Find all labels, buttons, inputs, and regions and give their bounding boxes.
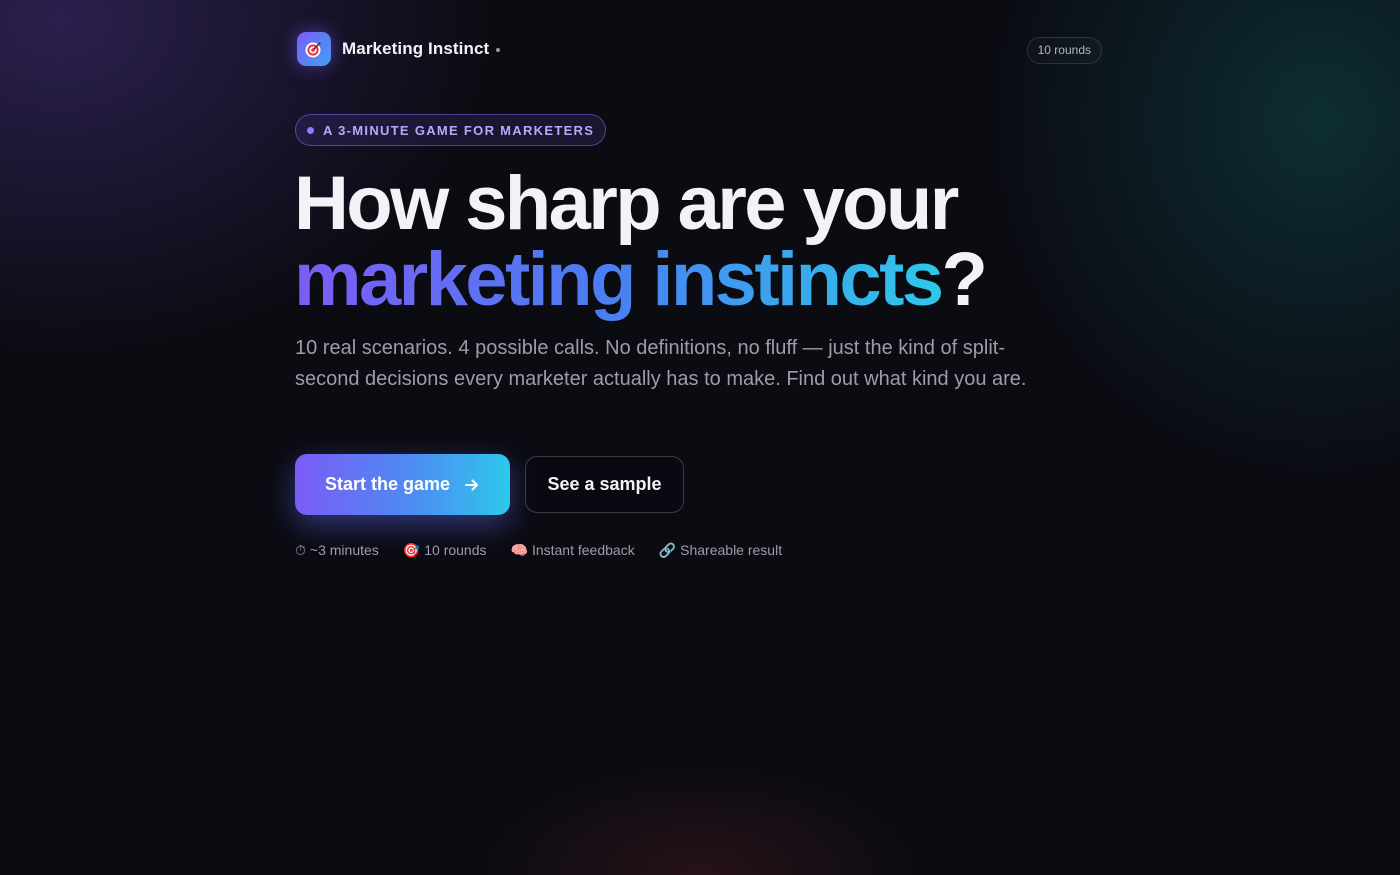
start-game-button[interactable]: Start the game xyxy=(295,454,510,515)
top-bar: Marketing Instinct 10 rounds xyxy=(297,32,1102,67)
hero-headline: How sharp are your marketing instincts? xyxy=(294,161,988,318)
feature-item: ⏱ ~3 minutes xyxy=(295,542,379,558)
see-sample-button[interactable]: See a sample xyxy=(525,456,684,513)
eyebrow-dot xyxy=(307,126,314,134)
feature-list: ⏱ ~3 minutes 🎯 10 rounds 🧠 Instant feedb… xyxy=(295,542,806,558)
arrow-right-icon xyxy=(465,479,479,490)
headline-question-mark: ? xyxy=(941,237,987,322)
rounds-badge: 10 rounds xyxy=(1026,37,1102,64)
target-icon xyxy=(305,40,323,58)
link-icon: 🔗 xyxy=(658,542,677,558)
start-game-label: Start the game xyxy=(324,474,451,494)
hero-subtitle: 10 real scenarios. 4 possible calls. No … xyxy=(295,337,1027,390)
feature-item: 🔗 Shareable result xyxy=(659,542,782,558)
feature-label: Shareable result xyxy=(680,542,783,558)
page-background xyxy=(0,0,1400,875)
feature-item: 🧠 Instant feedback xyxy=(511,542,635,558)
headline-line-1: How sharp are your xyxy=(294,161,959,246)
see-sample-label: See a sample xyxy=(547,474,662,494)
headline-line-2: marketing instincts? xyxy=(294,242,988,318)
feature-label: 10 rounds xyxy=(424,542,487,558)
brain-icon: 🧠 xyxy=(510,542,528,558)
brand-name: Marketing Instinct xyxy=(342,39,490,58)
feature-label: ~3 minutes xyxy=(309,542,379,558)
eyebrow-text: A 3-MINUTE GAME FOR MARKETERS xyxy=(323,122,595,138)
brand-separator-dot xyxy=(496,48,500,52)
target-icon: 🎯 xyxy=(402,542,421,558)
feature-item: 🎯 10 rounds xyxy=(403,542,487,558)
timer-icon: ⏱ xyxy=(295,542,306,558)
app-logo[interactable] xyxy=(297,32,331,66)
eyebrow-badge: A 3-MINUTE GAME FOR MARKETERS xyxy=(295,114,607,146)
headline-gradient-text: marketing instincts xyxy=(294,237,944,322)
feature-label: Instant feedback xyxy=(531,542,635,558)
